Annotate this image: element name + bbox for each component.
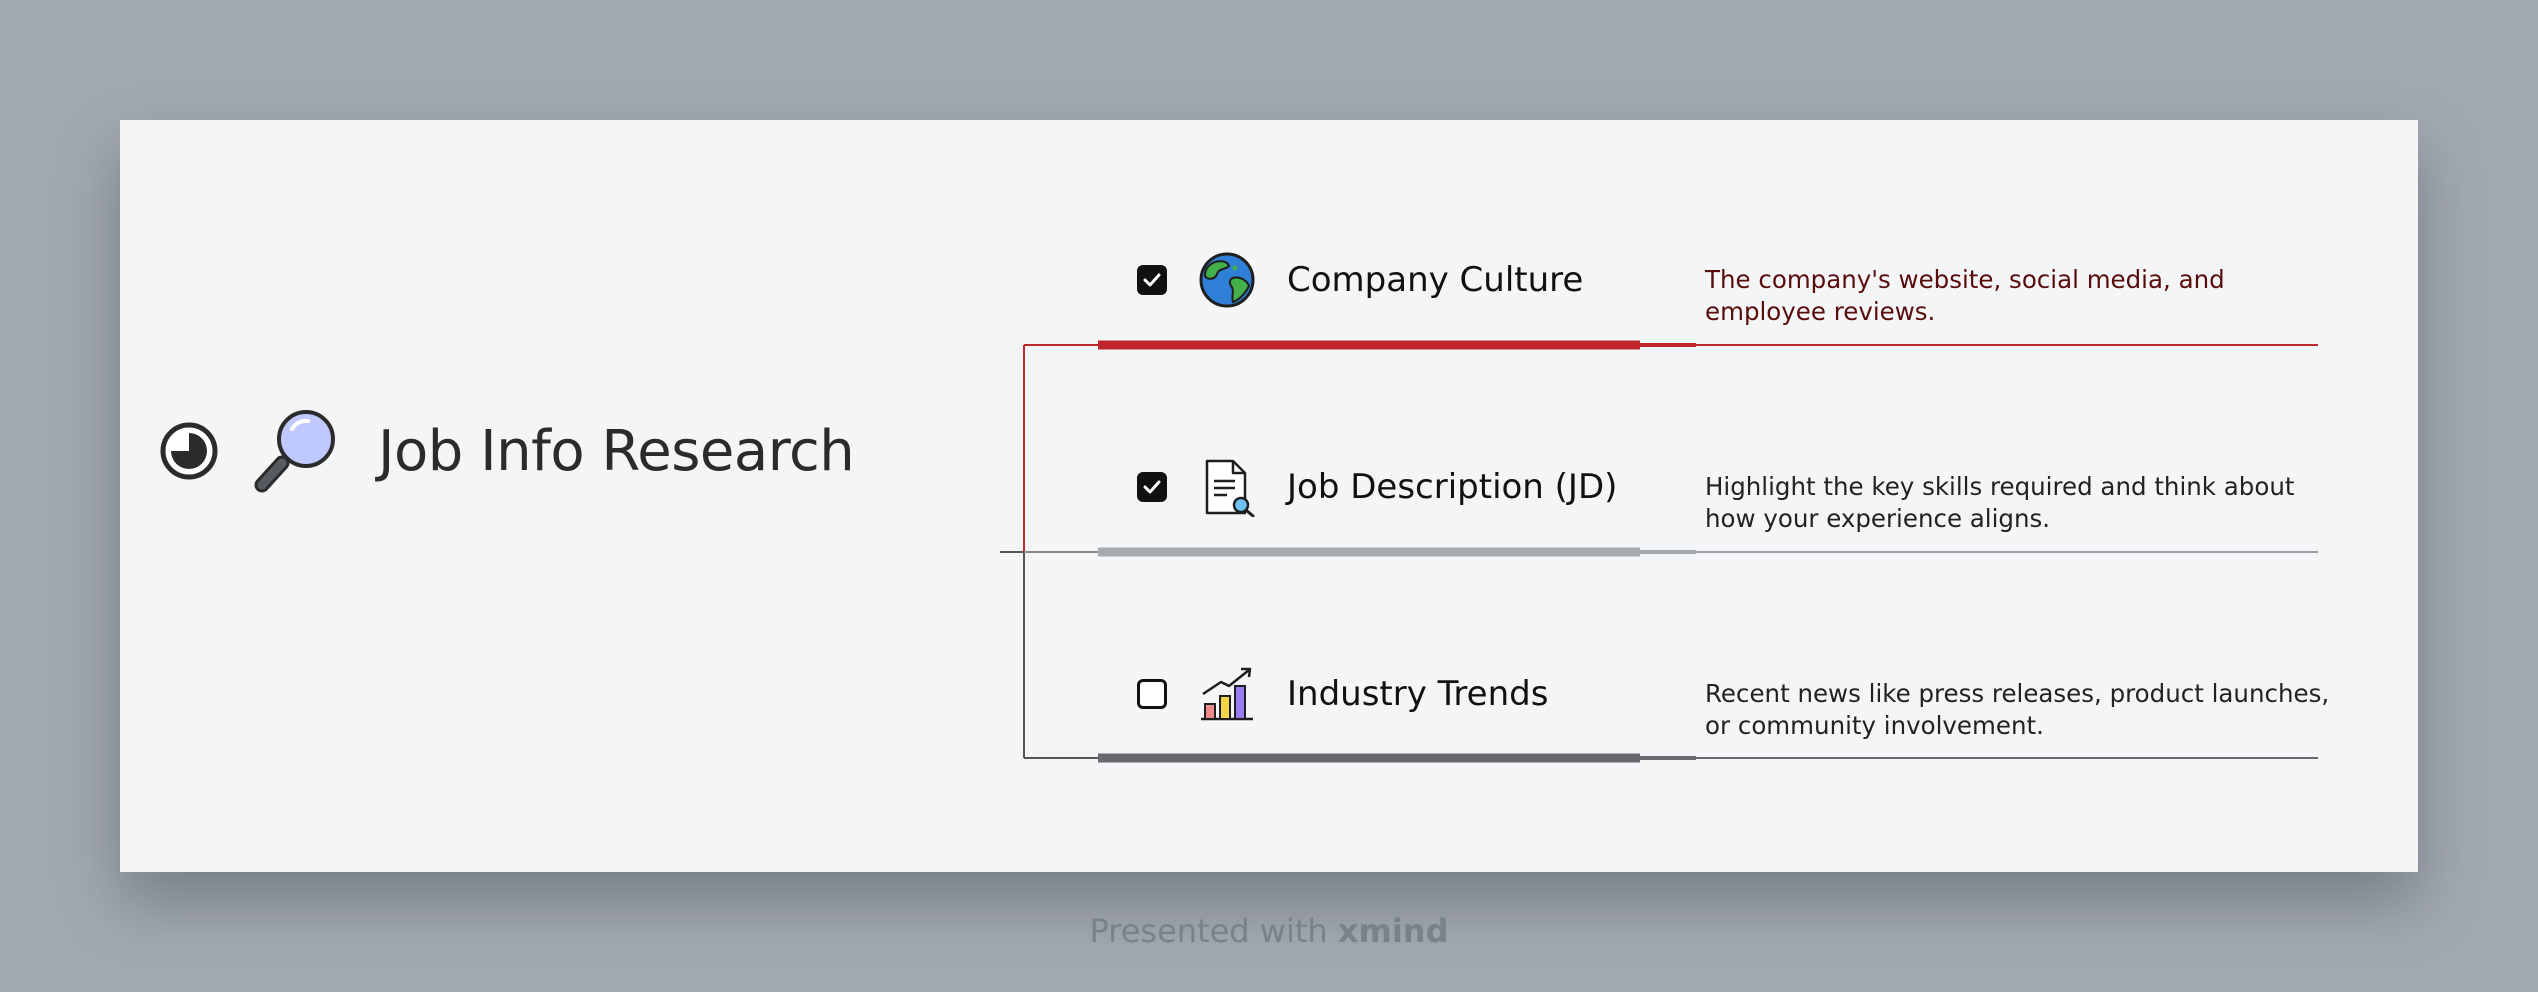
checkbox-checked[interactable] [1137, 472, 1167, 502]
bar-chart-trend-icon [1201, 667, 1253, 721]
root-topic[interactable]: Job Info Research [160, 386, 855, 516]
topic-industry-trends[interactable]: Industry Trends [1137, 662, 1548, 726]
topic-label: Job Description (JD) [1287, 467, 1618, 507]
document-search-icon [1205, 459, 1255, 517]
topic-label: Company Culture [1287, 260, 1584, 300]
globe-icon [1199, 252, 1255, 308]
root-title: Job Info Research [378, 418, 855, 484]
xmind-logo-text[interactable]: xmind [1338, 912, 1449, 950]
topic-note: The company's website, social media, and… [1705, 265, 2225, 326]
topic-note: Highlight the key skills required and th… [1705, 472, 2295, 533]
topic-job-description[interactable]: Job Description (JD) [1137, 455, 1617, 519]
checkbox-checked[interactable] [1137, 265, 1167, 295]
magnifier-icon [254, 410, 335, 493]
topic-company-culture[interactable]: Company Culture [1137, 248, 1583, 312]
topic-note: Recent news like press releases, product… [1705, 679, 2330, 740]
checkbox-unchecked[interactable] [1137, 679, 1167, 709]
footer-credit: Presented with xmind [0, 912, 2538, 950]
checkmark-icon [1143, 480, 1161, 494]
progress-three-quarter-icon [160, 422, 218, 480]
checkmark-icon [1143, 273, 1161, 287]
footer-prefix: Presented with [1089, 912, 1338, 950]
topic-label: Industry Trends [1287, 674, 1549, 714]
